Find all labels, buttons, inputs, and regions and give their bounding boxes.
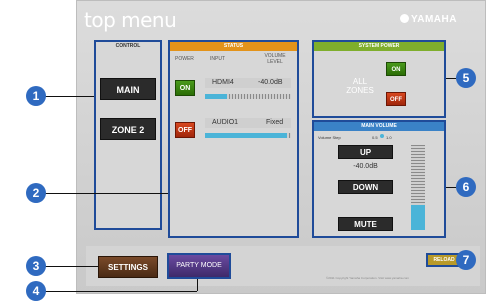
main-volume-value: -40.0dB (353, 163, 378, 170)
party-mode-button[interactable]: PARTY MODE (167, 253, 231, 279)
status-header: STATUS (170, 42, 297, 51)
main-volume-header: MAIN VOLUME (314, 122, 444, 131)
callout-3: 3 (26, 256, 46, 276)
yamaha-logo-icon (400, 14, 409, 23)
zone2-volume-meter-fill (205, 133, 287, 138)
volume-up-button[interactable]: UP (338, 145, 393, 159)
callout-5: 5 (456, 68, 476, 88)
brand-logo: YAMAHA (400, 14, 457, 25)
callout-4: 4 (26, 281, 46, 301)
callout-6-line (446, 187, 456, 188)
zone2-power-status[interactable]: OFF (175, 122, 195, 138)
callout-7: 7 (456, 250, 476, 270)
page-title: top menu (84, 8, 177, 32)
volume-step-option-1-0[interactable]: 1.0 (386, 135, 392, 140)
system-power-off-button[interactable]: OFF (386, 92, 406, 106)
brand-name: YAMAHA (411, 14, 457, 25)
system-power-header: SYSTEM POWER (314, 42, 444, 51)
main-volume-value: -40.0dB (258, 79, 283, 86)
callout-3-line (44, 266, 98, 267)
volume-step-radio[interactable] (380, 134, 384, 138)
zone2-volume-value: Fixed (266, 119, 284, 126)
volume-step-label: Volume Step (318, 135, 341, 140)
status-panel: STATUS (168, 40, 299, 238)
callout-2-line (44, 193, 168, 194)
status-col-volume: VOLUME LEVEL (264, 53, 286, 65)
callout-1: 1 (26, 86, 46, 106)
callout-5-line (446, 78, 456, 79)
volume-step-option-0-5[interactable]: 0.5 (372, 135, 378, 140)
zone2-input-value: AUDIO1 (212, 119, 239, 126)
callout-6: 6 (456, 177, 476, 197)
main-input-value: HDMI4 (212, 79, 234, 86)
callout-2: 2 (26, 183, 46, 203)
main-volume-meter-fill (205, 94, 227, 99)
main-volume-vertical-meter (411, 145, 425, 230)
callout-4-line-vertical (197, 279, 198, 291)
control-header: CONTROL (115, 43, 141, 49)
volume-down-button[interactable]: DOWN (338, 180, 393, 194)
all-zones-label: ALL ZONES (346, 77, 374, 95)
system-power-on-button[interactable]: ON (386, 62, 406, 76)
callout-4-line (44, 291, 197, 292)
callout-1-line (44, 96, 94, 97)
mute-button[interactable]: MUTE (338, 217, 393, 231)
zone2-volume-meter (205, 133, 291, 138)
zone2-button[interactable]: ZONE 2 (100, 118, 156, 140)
main-volume-vertical-meter-fill (411, 204, 425, 230)
status-col-power: POWER (175, 56, 194, 62)
main-power-status[interactable]: ON (175, 80, 195, 96)
status-col-input: INPUT (210, 56, 225, 62)
main-volume-meter (205, 94, 291, 99)
copyright-text: ©2011 Copyright Yamaha Corporation. Visi… (326, 276, 410, 280)
settings-button[interactable]: SETTINGS (98, 256, 158, 278)
main-zone-button[interactable]: MAIN (100, 78, 156, 100)
